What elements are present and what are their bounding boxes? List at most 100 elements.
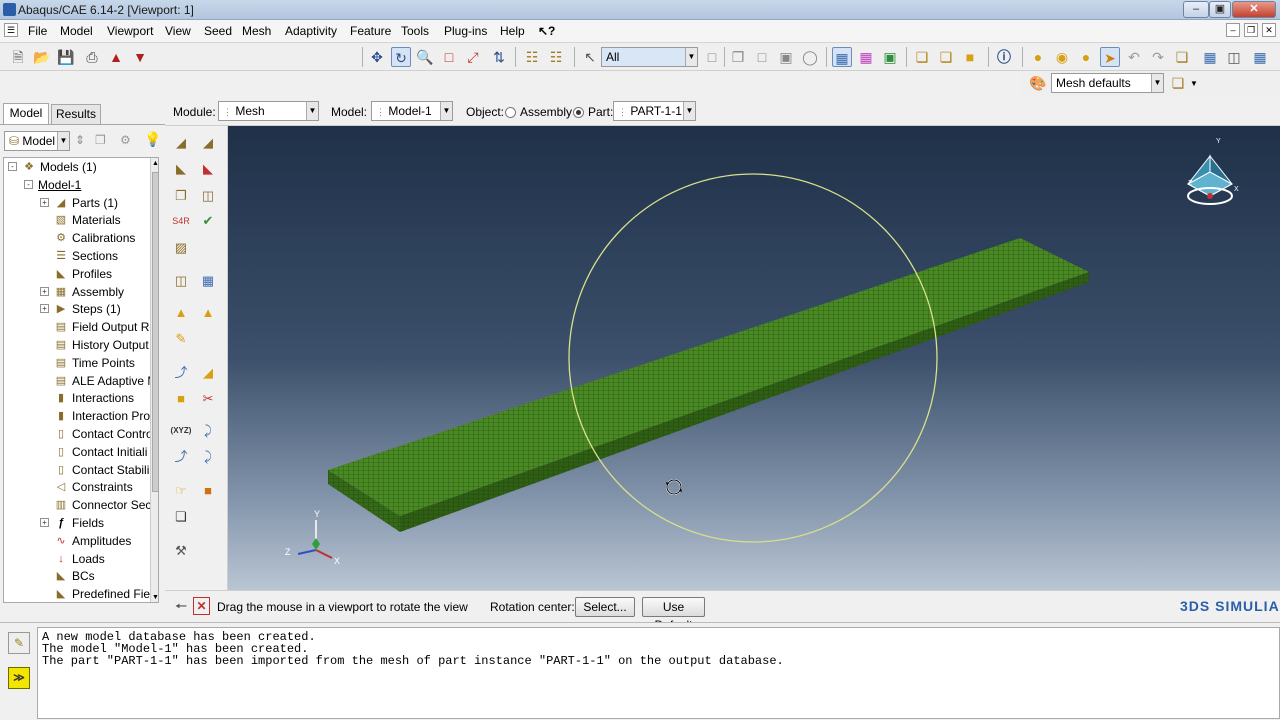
menu-seed[interactable]: Seed (204, 24, 232, 38)
part-select[interactable]: ⋮ PART-1-1 ▼ (613, 101, 696, 121)
new-file-icon[interactable]: 🗎 (8, 47, 28, 67)
maximize-button[interactable]: ▣ (1209, 1, 1231, 18)
model-select[interactable]: ⋮ Model-1 ▼ (371, 101, 453, 121)
tree-item[interactable]: ↓ Loads (4, 550, 154, 568)
menu-feature[interactable]: Feature (350, 24, 391, 38)
color-code-select[interactable]: Mesh defaults ▼ (1051, 73, 1164, 93)
menu-view[interactable]: View (165, 24, 191, 38)
context-help-icon[interactable]: ↖? (538, 24, 555, 38)
scrollbar-thumb[interactable] (152, 172, 158, 492)
use-default-button[interactable]: Use Default (642, 597, 705, 632)
menu-help[interactable]: Help (500, 24, 525, 38)
datum-csys-icon[interactable]: ☷ (546, 47, 566, 67)
tree-item[interactable]: + ◢ Parts (1) (4, 194, 154, 212)
redo-icon[interactable]: ↷ (1148, 47, 1168, 67)
render-hidden-icon[interactable]: ▦ (856, 47, 876, 67)
layout-icon[interactable]: ◫ (1224, 47, 1244, 67)
mesh-part[interactable] (328, 238, 1089, 532)
seed-edges-icon[interactable]: ◢ (197, 132, 219, 154)
undo-icon[interactable]: ↶ (1124, 47, 1144, 67)
tree-item[interactable]: ∿ Amplitudes (4, 532, 154, 550)
cycle-views-icon[interactable]: ⇅ (489, 47, 509, 67)
expand-icon[interactable]: + (40, 197, 49, 207)
collapse-icon[interactable]: - (24, 179, 33, 189)
view-cut-icon[interactable]: ❏ (1172, 47, 1192, 67)
create-datum-point-icon[interactable]: ⤸ (197, 446, 219, 468)
message-area-icon[interactable]: ✎ (8, 632, 30, 654)
partition-cell-icon[interactable]: ▨ (170, 237, 192, 259)
replace-selected-icon[interactable]: ❐ (728, 47, 748, 67)
part-radio[interactable] (573, 107, 584, 118)
mdi-restore-button[interactable]: ❐ (1244, 23, 1258, 37)
menu-mesh[interactable]: Mesh (242, 24, 271, 38)
menu-model[interactable]: Model (60, 24, 93, 38)
tree-item[interactable]: ▤ ALE Adaptive M (4, 372, 158, 390)
edit-mesh-icon[interactable]: ▲ (170, 302, 192, 324)
tree-item[interactable]: ▤ Field Output Re (4, 318, 156, 336)
render-shaded-icon[interactable]: ▣ (880, 47, 900, 67)
scroll-down-icon[interactable]: ▼ (151, 592, 158, 602)
merge-icon[interactable]: ■ (197, 480, 219, 502)
shaded-view-icon[interactable]: ■ (960, 47, 980, 67)
tree-item[interactable]: ⚙ Calibrations (4, 229, 154, 247)
lightbulb-icon[interactable]: 💡 (144, 131, 161, 148)
tree-scrollbar[interactable]: ▲ ▼ (150, 158, 158, 602)
region-icon[interactable]: ❏ (170, 506, 192, 528)
tree-filter-select[interactable]: ⛁ Model ▼ (4, 131, 70, 151)
expand-icon[interactable]: + (40, 518, 49, 527)
selection-filter-select[interactable]: All ▼ (601, 47, 698, 67)
seed-part-icon[interactable]: ◢ (170, 132, 192, 154)
select-button[interactable]: Select... (575, 597, 635, 617)
menu-file[interactable]: File (28, 24, 47, 38)
create-node-icon[interactable]: (XYZ) (170, 420, 192, 442)
display-group-icon[interactable]: ● (1028, 47, 1048, 67)
edit-mesh-nodes-icon[interactable]: ▲ (197, 302, 219, 324)
import-icon[interactable]: ▲ (106, 47, 126, 67)
query-table-icon[interactable]: ▦ (197, 270, 219, 292)
verify-mesh-icon[interactable]: S4R (170, 210, 192, 232)
back-arrow-icon[interactable]: 🠔 (172, 597, 190, 615)
menu-tools[interactable]: Tools (401, 24, 429, 38)
view-cube-icon[interactable] (1186, 154, 1234, 205)
tree-filter-icon[interactable]: ⚙ (120, 133, 131, 147)
show-all-icon[interactable]: ▣ (776, 47, 796, 67)
tree-item[interactable]: ◣ BCs (4, 567, 154, 585)
delete-mesh-icon[interactable]: ◣ (197, 158, 219, 180)
tree-item[interactable]: ▯ Contact Initiali (4, 443, 154, 461)
menu-adaptivity[interactable]: Adaptivity (285, 24, 337, 38)
virtual-topology-icon[interactable]: ◫ (170, 270, 192, 292)
pan-icon[interactable]: ✥ (367, 47, 387, 67)
hide-icon[interactable]: ◯ (800, 47, 820, 67)
chevron-down-icon[interactable]: ▼ (1190, 79, 1198, 88)
check-mesh-icon[interactable]: ✔ (197, 210, 219, 232)
collapse-icon[interactable]: - (8, 162, 17, 171)
kernel-command-line-icon[interactable]: ≫ (8, 667, 30, 689)
selection-arrow-icon[interactable]: ↖ (580, 47, 600, 67)
assembly-radio[interactable] (505, 107, 516, 118)
magnify-icon[interactable]: 🔍 (415, 47, 435, 67)
close-button[interactable]: ✕ (1232, 1, 1276, 18)
selection-options-icon[interactable]: □ (702, 47, 722, 67)
render-wireframe-icon[interactable]: ▦ (832, 47, 852, 67)
iso-view-icon[interactable]: ❏ (912, 47, 932, 67)
viewport[interactable]: Y Z X Y X Z (228, 126, 1280, 590)
mdi-menu-icon[interactable]: ☰ (4, 23, 18, 37)
translate-instance-icon[interactable]: ☞ (170, 480, 192, 502)
tools-icon[interactable]: ⚒ (170, 540, 192, 562)
create-datum-icon[interactable]: ⤴ (170, 362, 192, 384)
table-icon[interactable]: ▦ (1200, 47, 1220, 67)
create-set-icon[interactable]: ■ (170, 388, 192, 410)
viewport-canvas[interactable] (228, 126, 1280, 590)
datum-plane-icon[interactable]: ☷ (522, 47, 542, 67)
print-icon[interactable]: ⎙ (82, 47, 102, 67)
rotate-icon[interactable]: ↻ (391, 47, 411, 67)
display-group-remove-icon[interactable]: ● (1076, 47, 1096, 67)
sort-icon[interactable]: ⇕ (75, 133, 85, 147)
expand-icon[interactable]: + (40, 286, 49, 296)
save-icon[interactable]: 💾 (56, 47, 76, 67)
info-icon[interactable]: ⓘ (994, 47, 1014, 67)
assign-mesh-controls-icon[interactable]: ❐ (170, 185, 192, 207)
tree-item[interactable]: ▮ Interactions (4, 389, 154, 407)
tree-item[interactable]: ▮ Interaction Pro (4, 407, 154, 425)
cancel-procedure-icon[interactable]: ✕ (193, 597, 210, 615)
